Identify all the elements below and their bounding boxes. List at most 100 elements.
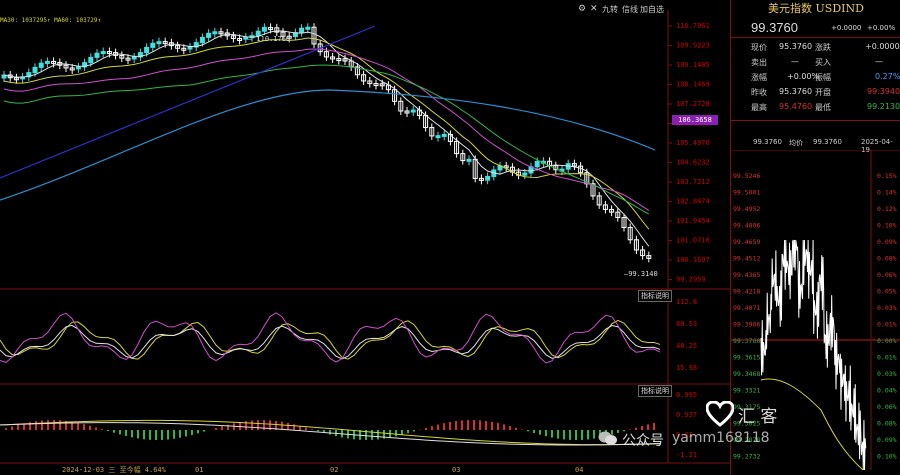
intraday-right-tick: 0.15% — [877, 172, 897, 180]
divider — [731, 120, 900, 121]
indicator1-tick-label: 15.98 — [676, 364, 697, 372]
indicator2-tick-label: -1.21 — [676, 451, 697, 459]
candle-body — [144, 46, 150, 54]
intraday-right-tick: 0.01% — [877, 354, 897, 362]
price-tick-label: 107.2728 — [676, 100, 710, 108]
price-tick-label: 109.9223 — [676, 42, 710, 50]
candle-body — [75, 66, 81, 70]
quote-row-change: 涨幅 +0.00% 振幅 0.27% — [751, 72, 900, 82]
ma5-line — [3, 30, 650, 247]
line-tool-button[interactable]: 信线 — [622, 4, 638, 15]
intraday-left-tick: 99.5246 — [733, 172, 760, 180]
intraday-left-tick: 99.4365 — [733, 271, 760, 279]
intraday-right-tick: 0.01% — [877, 321, 897, 329]
intraday-right-tick: 0.03% — [877, 370, 897, 378]
candle-body — [94, 52, 100, 58]
indicator2-help-button[interactable]: 指标说明 — [638, 385, 672, 397]
high-price-label: — 110.1760 — [248, 35, 290, 43]
instrument-title: 美元指数 USDIND — [768, 2, 864, 15]
low-price-label: —99.3140 — [624, 270, 658, 278]
ind1-line-yellow — [0, 319, 661, 360]
intraday-avg: 99.3760 — [813, 138, 842, 146]
price-change: +0.0000 — [831, 24, 862, 32]
wechat-icon — [598, 431, 617, 445]
price-tick-label: 110.7961 — [676, 22, 710, 30]
intraday-price: 99.3760 — [753, 138, 782, 146]
close-icon[interactable]: ✕ — [590, 4, 598, 14]
indicator1-tick-label: 112.8 — [676, 298, 697, 306]
gear-icon[interactable]: ⚙ — [578, 4, 586, 14]
indicator1-tick-label: 80.53 — [676, 320, 697, 328]
intraday-right-tick: 0.05% — [877, 288, 897, 296]
candle-body — [534, 160, 540, 168]
indicator2-tick-label: 0.937 — [676, 411, 697, 419]
current-price-badge: 106.3658 — [672, 115, 718, 125]
add-watchlist-button[interactable]: 加自选 — [640, 4, 664, 15]
candle-body — [156, 41, 162, 45]
intraday-left-tick: 99.4806 — [733, 222, 760, 230]
intraday-left-tick: 99.4952 — [733, 205, 760, 213]
intraday-left-tick: 99.3760 — [733, 337, 760, 345]
ma30-line — [3, 64, 650, 215]
candle-body — [32, 66, 38, 74]
intraday-right-tick: 0.09% — [877, 238, 897, 246]
last-price: 99.3760 — [751, 20, 798, 35]
candle-body — [44, 60, 50, 64]
price-tick-label: 105.4970 — [676, 139, 710, 147]
candle-body — [261, 26, 267, 32]
candle-body — [131, 56, 137, 60]
candle-body — [305, 26, 311, 30]
candle-body — [410, 109, 416, 113]
price-change-pct: +0.00% — [867, 24, 896, 32]
intraday-left-tick: 99.3321 — [733, 387, 760, 395]
candle-body — [150, 42, 156, 48]
intraday-left-tick: 99.4512 — [733, 255, 760, 263]
ma10-line — [3, 37, 650, 230]
date-axis-label: 02 — [330, 466, 338, 474]
price-tick-label: 103.7212 — [676, 178, 710, 186]
intraday-right-tick: 0.08% — [877, 255, 897, 263]
intraday-left-tick: 99.3906 — [733, 321, 760, 329]
kline-chart-canvas: 110.7961 109.9223 109.1485 108.1465 107.2728… — [0, 10, 730, 474]
intraday-right-tick: 0.00% — [877, 337, 897, 345]
candle-body — [38, 62, 44, 68]
intraday-left-tick: 99.4218 — [733, 288, 760, 296]
price-tick-label: 102.8474 — [676, 198, 710, 206]
candle-body — [485, 175, 491, 181]
quote-row-current: 现价 95.3760 涨跌 +0.0000 — [751, 42, 900, 52]
ind1-line-pink — [0, 312, 661, 364]
watermark-brand: 汇 客 — [738, 407, 778, 427]
date-axis-label: 04 — [575, 466, 583, 474]
intraday-right-tick: 0.03% — [877, 304, 897, 312]
kline-chart-area[interactable]: 110.7961 109.9223 109.1485 108.1465 107.2728… — [0, 0, 730, 475]
candle-body — [435, 135, 441, 139]
price-tick-label: 99.2959 — [676, 276, 706, 284]
intraday-left-tick: 99.4071 — [733, 304, 760, 312]
ma20-line — [3, 48, 650, 211]
indicator2-tick-label: 0.995 — [676, 391, 697, 399]
quote-row-highlow: 最高 95.4760 最低 99.2130 — [751, 102, 900, 112]
candle-body — [88, 56, 94, 64]
date-axis-label: 03 — [452, 466, 460, 474]
intraday-left-tick: 99.3468 — [733, 370, 760, 378]
intraday-right-tick: 0.06% — [877, 271, 897, 279]
quote-row-open: 昨收 95.3760 开盘 99.3940 — [751, 87, 900, 97]
intraday-left-tick: 99.4659 — [733, 238, 760, 246]
indicator1-help-button[interactable]: 指标说明 — [638, 290, 672, 302]
heart-logo-icon — [706, 401, 734, 427]
nine-turn-button[interactable]: 九转 — [602, 4, 618, 15]
candle-body — [466, 158, 472, 162]
candle-body — [100, 51, 106, 55]
divider — [731, 37, 900, 38]
intraday-right-tick: 0.10% — [877, 453, 897, 461]
intraday-left-tick: 99.5001 — [733, 189, 760, 197]
price-tick-label: 109.1485 — [676, 61, 710, 69]
intraday-left-tick: 99.2732 — [733, 453, 760, 461]
candle-body — [199, 36, 205, 44]
date-axis-label: 2024-12-03 三 至今幅 4.64% — [62, 465, 167, 474]
intraday-right-tick: 0.10% — [877, 222, 897, 230]
price-tick-label: 108.1465 — [676, 81, 710, 89]
candle-body — [299, 27, 305, 34]
ma60-line — [0, 89, 656, 201]
ma-legend: MA30: 1037295↑ MA60: 103729↑ — [0, 17, 102, 24]
